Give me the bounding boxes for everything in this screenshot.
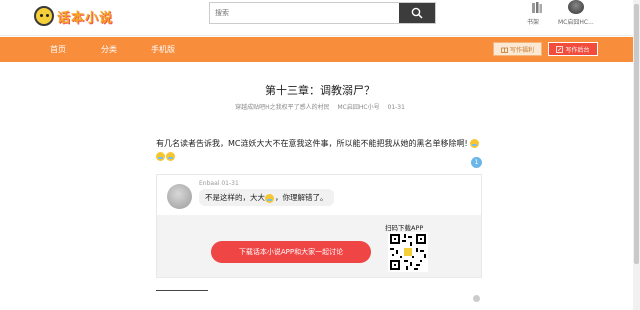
download-app-button[interactable]: 下载话本小说APP和大家一起讨论 [211,241,371,263]
writing-welfare-button[interactable]: 写作福利 [493,42,542,56]
content-paragraph: 有几名读者告诉我，MC涟妖大大不在意我这件事，所以能不能把我从她的黑名单移除啊! [156,139,468,148]
author-backend-label: 写作后台 [565,46,590,54]
top-header: 话本小说 书架 MC启囧HC... [0,0,640,36]
pen-icon [556,45,564,53]
qr-label: 扫码下载APP [385,224,424,232]
commenter-info: Enbaal 01-31 [199,180,239,187]
bookshelf-label[interactable]: 书架 [527,17,539,26]
site-logo[interactable]: 话本小说 [34,4,113,28]
main-nav: 首页 分类 手机版 写作福利 写作后台 [0,37,640,62]
comment-bubble: 不是这样的，大大 ，你理解错了。 [199,189,334,206]
chapter-title: 第十三章：调教溺尸？ [265,84,375,97]
comment-card: Enbaal 01-31 不是这样的，大大 ，你理解错了。 下载话本小说APP和大… [156,174,482,278]
commenter-name[interactable]: Enbaal [199,180,219,187]
page-scrollbar[interactable] [633,0,640,310]
user-avatar[interactable] [568,0,584,14]
nav-item-mobile[interactable]: 手机版 [151,44,175,55]
chapter-content: 有几名读者告诉我，MC涟妖大大不在意我这件事，所以能不能把我从她的黑名单移除啊! [156,137,482,163]
gift-icon [501,47,508,53]
writing-welfare-label: 写作福利 [509,46,534,54]
author-link[interactable]: MC启囧HC小号 [338,104,380,111]
bookshelf-icon [532,2,542,13]
user-name[interactable]: MC启囧HC... [558,17,594,26]
chapter-meta: 穿越成贴吧H之我权平了感人的村民 MC启囧HC小号 01-31 [0,102,640,111]
comment-count-badge[interactable]: 1 [471,157,482,168]
nav-item-home[interactable]: 首页 [50,44,66,55]
qr-code-icon [388,232,428,272]
search-input[interactable] [210,3,399,23]
nav-item-category[interactable]: 分类 [101,44,117,55]
scroll-thumb[interactable] [634,4,639,264]
comment-text-start: 不是这样的，大大 [205,193,265,202]
logo-text: 话本小说 [57,10,114,26]
book-title-link[interactable]: 穿越成贴吧H之我权平了感人的村民 [235,104,330,111]
crying-emoji-icon [166,152,175,161]
chapter-date: 01-31 [387,104,405,111]
crying-emoji-icon [156,152,165,161]
divider [156,290,208,291]
crying-emoji-icon [470,139,480,148]
back-to-top-button[interactable] [473,295,480,302]
search-box [209,2,436,24]
mascot-icon [34,6,54,26]
commenter-avatar[interactable] [167,184,192,209]
search-icon [411,7,423,19]
laughing-emoji-icon [265,193,274,203]
comment-item: Enbaal 01-31 不是这样的，大大 ，你理解错了。 [157,175,481,215]
author-backend-button[interactable]: 写作后台 [548,42,598,56]
comment-date: 01-31 [221,180,239,187]
comment-text-end: ，你理解错了。 [275,193,328,202]
search-button[interactable] [399,3,435,23]
